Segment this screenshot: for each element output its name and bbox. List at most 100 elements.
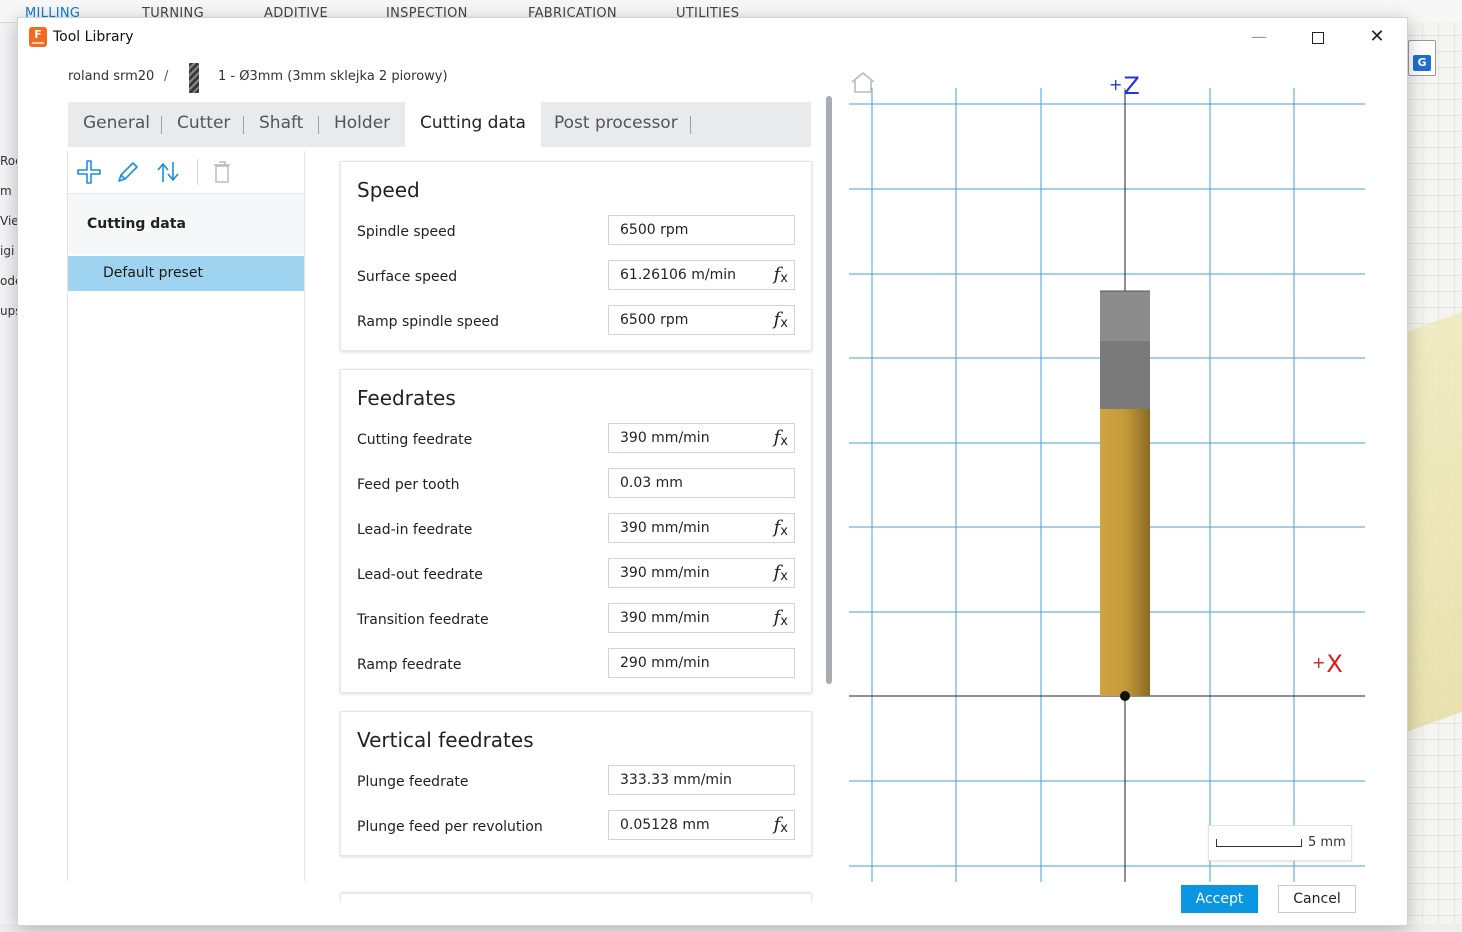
form-scrollbar[interactable] (826, 96, 832, 684)
feedrates-section: Feedrates Cutting feedrate 390 mm/min fx… (340, 369, 812, 693)
fx-x: x (780, 316, 788, 331)
titlebar: F Tool Library — ✕ (18, 18, 1407, 56)
fx-x: x (780, 569, 788, 584)
preset-group-label: Cutting data (87, 216, 186, 232)
x-axis-label: +X (1312, 650, 1343, 678)
plunge-feedrate-input[interactable]: 333.33 mm/min (608, 765, 795, 795)
preset-panel: Cutting data Default preset (67, 151, 305, 881)
lead-out-feedrate-label: Lead-out feedrate (357, 567, 483, 583)
formula-fx-icon[interactable]: fx (774, 309, 788, 331)
z-axis-label: +Z (1109, 72, 1140, 100)
scale-indicator: 5 mm (1208, 825, 1352, 861)
maximize-button[interactable] (1289, 18, 1347, 56)
tab-general[interactable]: General (68, 102, 165, 147)
cutting-feedrate-input[interactable]: 390 mm/min fx (608, 423, 795, 453)
scale-bar (1216, 839, 1302, 847)
home-view-icon[interactable] (849, 70, 877, 94)
plunge-feed-per-revolution-input[interactable]: 0.05128 mm fx (608, 810, 795, 840)
add-icon[interactable] (74, 157, 104, 187)
fx-x: x (780, 271, 788, 286)
spindle-speed-input[interactable]: 6500 rpm (608, 215, 795, 245)
dialog-title: Tool Library (53, 29, 134, 45)
maximize-icon (1312, 31, 1324, 44)
cancel-button[interactable]: Cancel (1278, 885, 1356, 913)
tool-holder-upper (1100, 291, 1150, 341)
surface-speed-value: 61.26106 m/min (620, 267, 737, 283)
breadcrumb-machine[interactable]: roland srm20 (68, 69, 154, 84)
bg-left-text: m (0, 184, 12, 198)
cutting-data-form: Speed Spindle speed 6500 rpm Surface spe… (340, 161, 812, 902)
feed-per-tooth-input[interactable]: 0.03 mm (608, 468, 795, 498)
formula-fx-icon[interactable]: fx (774, 427, 788, 449)
breadcrumb-tool: 1 - Ø3mm (3mm sklejka 2 piorowy) (218, 69, 448, 84)
vertical-feedrates-section: Vertical feedrates Plunge feedrate 333.3… (340, 711, 812, 856)
ramp-spindle-speed-value: 6500 rpm (620, 312, 689, 328)
tool-origin-point (1120, 691, 1130, 701)
transition-feedrate-input[interactable]: 390 mm/min fx (608, 603, 795, 633)
preset-group: Cutting data (68, 194, 304, 254)
section-title: Speed (357, 178, 420, 202)
tab-shaft[interactable]: Shaft (244, 102, 318, 147)
fx-x: x (780, 821, 788, 836)
endmill-thumbnail-icon (189, 63, 199, 93)
formula-fx-icon[interactable]: fx (774, 264, 788, 286)
ramp-spindle-speed-input[interactable]: 6500 rpm fx (608, 305, 795, 335)
next-section-edge (340, 893, 812, 902)
formula-fx-icon[interactable]: fx (774, 562, 788, 584)
gcode-icon-letter: G (1413, 55, 1431, 71)
tab-cutting-data[interactable]: Cutting data (405, 102, 541, 147)
formula-fx-icon[interactable]: fx (774, 607, 788, 629)
tab-cutter[interactable]: Cutter (162, 102, 245, 147)
sort-icon[interactable] (153, 157, 183, 187)
ramp-feedrate-value: 290 mm/min (620, 655, 710, 671)
tool-preview[interactable]: +Z +X 5 mm (849, 70, 1369, 882)
plunge-feedrate-value: 333.33 mm/min (620, 772, 732, 788)
lead-in-feedrate-input[interactable]: 390 mm/min fx (608, 513, 795, 543)
lead-in-feedrate-label: Lead-in feedrate (357, 522, 473, 538)
close-button[interactable]: ✕ (1348, 18, 1406, 56)
background-left-panel: Roc m Vie igi ode ups (0, 140, 22, 340)
fusion-app-icon: F (29, 27, 47, 47)
lead-out-feedrate-value: 390 mm/min (620, 565, 710, 581)
transition-feedrate-label: Transition feedrate (357, 612, 489, 628)
ramp-feedrate-input[interactable]: 290 mm/min (608, 648, 795, 678)
minimize-button[interactable]: — (1230, 18, 1288, 56)
delete-icon[interactable] (207, 157, 237, 187)
z-axis-plus: + (1109, 75, 1123, 94)
formula-fx-icon[interactable]: fx (774, 517, 788, 539)
x-axis-letter: X (1326, 650, 1343, 678)
preset-item-default[interactable]: Default preset (68, 256, 304, 291)
gcode-icon[interactable]: G (1408, 40, 1436, 76)
lead-out-feedrate-input[interactable]: 390 mm/min fx (608, 558, 795, 588)
tool-cutter-body (1100, 409, 1150, 696)
formula-fx-icon[interactable]: fx (774, 814, 788, 836)
bg-left-text: igi (0, 244, 15, 258)
tool-holder-lower (1100, 341, 1150, 409)
background-stock (1406, 311, 1462, 733)
preset-item-label: Default preset (103, 265, 203, 281)
bg-left-text: Vie (0, 214, 19, 228)
fx-x: x (780, 524, 788, 539)
tab-bar: General Cutter Shaft Holder Cutting data… (68, 102, 811, 147)
tool-library-dialog: F Tool Library — ✕ roland srm20 / 1 - Ø3… (17, 17, 1408, 926)
spindle-speed-value: 6500 rpm (620, 222, 689, 238)
section-title: Feedrates (357, 386, 456, 410)
plunge-feed-per-revolution-value: 0.05128 mm (620, 817, 710, 833)
surface-speed-input[interactable]: 61.26106 m/min fx (608, 260, 795, 290)
ramp-feedrate-label: Ramp feedrate (357, 657, 462, 673)
breadcrumb-separator: / (164, 69, 169, 84)
preset-toolbar (68, 151, 304, 194)
edit-icon[interactable] (113, 157, 143, 187)
accept-button[interactable]: Accept (1181, 885, 1258, 913)
z-axis-letter: Z (1123, 72, 1140, 100)
plunge-feedrate-label: Plunge feedrate (357, 774, 469, 790)
fx-x: x (780, 434, 788, 449)
toolbar-separator (197, 159, 198, 185)
tab-post-processor[interactable]: Post processor (539, 102, 693, 147)
ramp-spindle-speed-label: Ramp spindle speed (357, 314, 500, 330)
speed-section: Speed Spindle speed 6500 rpm Surface spe… (340, 161, 812, 351)
tab-holder[interactable]: Holder (319, 102, 405, 147)
scale-label: 5 mm (1308, 835, 1346, 850)
cutting-feedrate-label: Cutting feedrate (357, 432, 473, 448)
surface-speed-label: Surface speed (357, 269, 458, 285)
